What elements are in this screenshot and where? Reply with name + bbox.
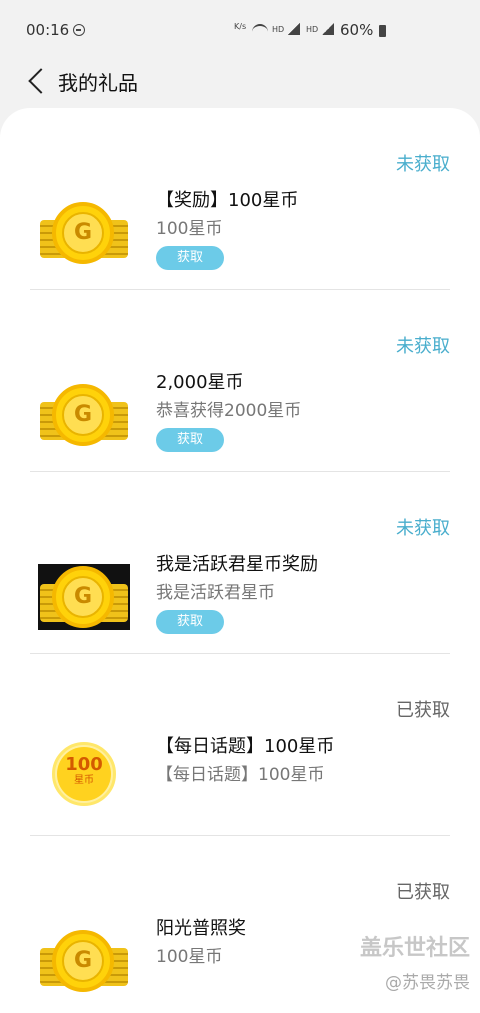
gift-title: 【每日话题】100星币	[156, 736, 335, 757]
claim-button[interactable]: 获取	[156, 246, 224, 270]
header: 我的礼品	[0, 60, 480, 104]
gift-desc: 【每日话题】100星币	[156, 765, 325, 785]
gift-item: 未获取 G 我是活跃君星币奖励 我是活跃君星币 获取	[30, 472, 450, 654]
gift-status: 未获取	[396, 154, 450, 175]
signal-icon-1	[288, 23, 300, 35]
gift-desc: 100星币	[156, 219, 223, 239]
gift-status: 已获取	[396, 882, 450, 903]
watermark-user: @苏畏苏畏	[385, 973, 470, 993]
page-title: 我的礼品	[58, 71, 138, 95]
signal-icon-2	[322, 23, 334, 35]
status-time: 00:16	[26, 21, 70, 39]
gift-item: 未获取 G 2,000星币 恭喜获得2000星币 获取	[30, 290, 450, 472]
claim-button[interactable]: 获取	[156, 428, 224, 452]
gift-title: 阳光普照奖	[156, 918, 246, 939]
wifi-icon	[252, 24, 268, 36]
watermark-title: 盖乐世社区	[359, 936, 470, 961]
gift-status: 已获取	[396, 700, 450, 721]
gift-title: 2,000星币	[156, 372, 244, 393]
gift-desc: 100星币	[156, 947, 223, 967]
gift-desc: 我是活跃君星币	[156, 583, 275, 603]
gift-title: 【奖励】100星币	[156, 190, 299, 211]
claim-button[interactable]: 获取	[156, 610, 224, 634]
coin-stack-icon: G	[38, 928, 130, 994]
watermark: 盖乐世社区 @苏畏苏畏	[360, 930, 470, 993]
gift-list: 未获取 G 【奖励】100星币 100星币 获取 未获取 G 2,000星币 恭…	[0, 108, 480, 1013]
coin-100-icon: 100 星币	[52, 742, 116, 806]
do-not-disturb-icon	[73, 24, 85, 36]
hd-label-2: HD	[306, 25, 319, 34]
gift-item: 已获取 100 星币 【每日话题】100星币 【每日话题】100星币	[30, 654, 450, 836]
coin-stack-icon: G	[38, 382, 130, 448]
gift-status: 未获取	[396, 518, 450, 539]
gift-desc: 恭喜获得2000星币	[156, 401, 302, 421]
gift-status: 未获取	[396, 336, 450, 357]
coin-stack-icon: G	[38, 200, 130, 266]
hd-label-1: HD	[272, 25, 285, 34]
gift-item: 未获取 G 【奖励】100星币 100星币 获取	[30, 108, 450, 290]
status-bar: 00:16 60% K/s HD HD	[0, 0, 480, 60]
network-speed: K/s	[234, 22, 247, 31]
back-arrow-icon	[28, 68, 54, 94]
gift-title: 我是活跃君星币奖励	[156, 554, 318, 575]
back-button[interactable]	[10, 62, 54, 98]
battery-icon	[379, 25, 386, 37]
coin-stack-icon: G	[38, 564, 130, 630]
battery-percent: 60%	[340, 21, 374, 39]
